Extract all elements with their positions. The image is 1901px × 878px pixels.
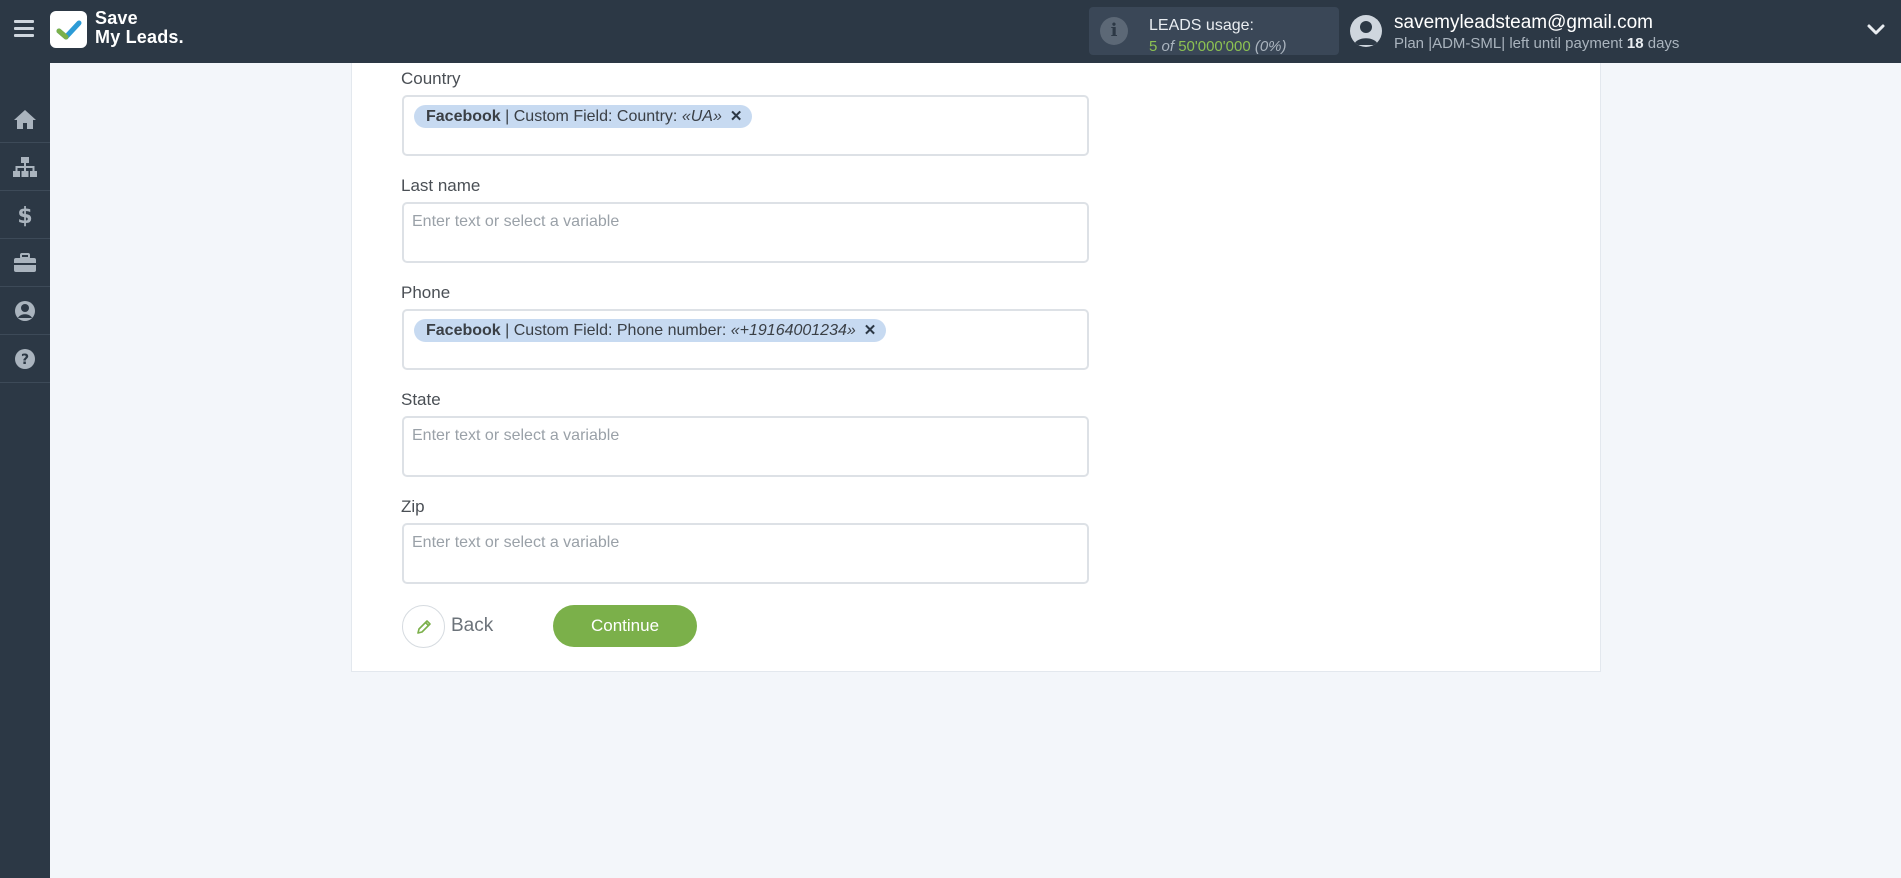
zip-label: Zip bbox=[401, 497, 425, 516]
zip-placeholder: Enter text or select a variable bbox=[412, 534, 620, 551]
sidebar-item-billing[interactable]: $ bbox=[0, 192, 50, 239]
state-field[interactable]: Enter text or select a variable bbox=[402, 416, 1089, 477]
phone-variable-tag[interactable]: Facebook | Custom Field: Phone number: «… bbox=[414, 319, 887, 342]
tag-field: | Custom Field: Phone number: bbox=[505, 322, 727, 339]
user-avatar-icon[interactable] bbox=[1350, 15, 1382, 47]
sidebar: $ ? bbox=[0, 63, 50, 878]
usage-value: 5 of 50'000'000 (0%) bbox=[1149, 38, 1287, 55]
tag-field: | Custom Field: Country: bbox=[505, 108, 678, 125]
svg-text:$: $ bbox=[17, 204, 32, 227]
dollar-icon: $ bbox=[17, 204, 32, 227]
sidebar-item-help[interactable]: ? bbox=[0, 336, 50, 383]
sidebar-item-account[interactable] bbox=[0, 288, 50, 335]
plan-suffix: days bbox=[1647, 35, 1680, 52]
logo-icon[interactable] bbox=[50, 11, 87, 48]
user-circle-icon bbox=[15, 301, 35, 321]
phone-label: Phone bbox=[401, 283, 451, 302]
continue-button[interactable]: Continue bbox=[553, 605, 697, 647]
home-icon bbox=[14, 110, 36, 129]
state-placeholder: Enter text or select a variable bbox=[412, 427, 620, 444]
tag-source: Facebook bbox=[426, 108, 501, 125]
country-label: Country bbox=[401, 69, 461, 88]
remove-tag-icon[interactable]: ✕ bbox=[730, 105, 743, 128]
last-name-label: Last name bbox=[401, 176, 481, 195]
tag-value: «UA» bbox=[681, 108, 722, 125]
sidebar-item-home[interactable] bbox=[0, 96, 50, 143]
sidebar-item-services[interactable] bbox=[0, 240, 50, 287]
state-label: State bbox=[401, 390, 441, 409]
plan-days: 18 bbox=[1626, 35, 1644, 52]
logo-text[interactable]: Save My Leads. bbox=[95, 9, 184, 47]
plan-info: Plan |ADM-SML| left until payment 18 day… bbox=[1394, 35, 1679, 52]
svg-text:?: ? bbox=[21, 352, 29, 368]
plan-prefix: Plan |ADM-SML| left until payment bbox=[1394, 35, 1623, 52]
back-button[interactable] bbox=[402, 605, 445, 648]
briefcase-icon bbox=[14, 253, 36, 272]
question-circle-icon: ? bbox=[15, 349, 35, 369]
top-bar: Save My Leads. i LEADS usage: 5 of 50'00… bbox=[0, 0, 1901, 63]
back-label[interactable]: Back bbox=[451, 615, 493, 637]
country-field[interactable]: Facebook | Custom Field: Country: «UA» ✕ bbox=[402, 95, 1089, 156]
last-name-placeholder: Enter text or select a variable bbox=[412, 213, 620, 230]
logo-line-2: My Leads. bbox=[95, 27, 184, 47]
hamburger-menu-icon[interactable] bbox=[14, 20, 34, 38]
tag-value: «+19164001234» bbox=[730, 322, 856, 339]
phone-field[interactable]: Facebook | Custom Field: Phone number: «… bbox=[402, 309, 1089, 370]
chevron-down-icon[interactable] bbox=[1866, 22, 1886, 38]
usage-of: of bbox=[1161, 38, 1175, 55]
usage-total: 50'000'000 bbox=[1178, 38, 1251, 55]
account-email[interactable]: savemyleadsteam@gmail.com bbox=[1394, 12, 1653, 34]
pencil-icon bbox=[416, 619, 431, 634]
sitemap-icon bbox=[13, 157, 37, 177]
country-variable-tag[interactable]: Facebook | Custom Field: Country: «UA» ✕ bbox=[414, 105, 753, 128]
usage-title: LEADS usage: bbox=[1149, 17, 1254, 34]
sidebar-item-connections[interactable] bbox=[0, 144, 50, 191]
info-icon: i bbox=[1100, 17, 1128, 45]
usage-used: 5 bbox=[1149, 38, 1158, 55]
tag-source: Facebook bbox=[426, 322, 501, 339]
last-name-field[interactable]: Enter text or select a variable bbox=[402, 202, 1089, 263]
usage-percent: (0%) bbox=[1254, 38, 1287, 55]
leads-usage-panel: i LEADS usage: 5 of 50'000'000 (0%) bbox=[1089, 7, 1339, 55]
logo-line-1: Save bbox=[95, 8, 138, 28]
remove-tag-icon[interactable]: ✕ bbox=[864, 319, 877, 342]
zip-field[interactable]: Enter text or select a variable bbox=[402, 523, 1089, 584]
